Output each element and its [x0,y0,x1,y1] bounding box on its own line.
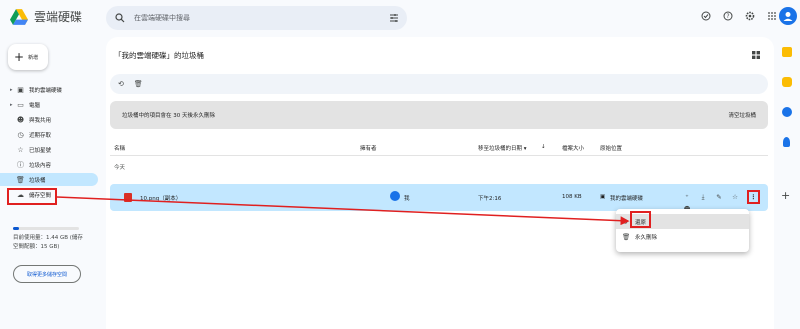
get-more-storage-button[interactable]: 取得更多儲存空間 [13,265,81,283]
column-size[interactable]: 檔案大小 [562,144,584,152]
search-box[interactable]: 在雲端硬碟中搜尋 [106,6,407,30]
sidebar-item-starred[interactable]: ☆ 已加星號 [0,143,100,156]
add-addon-icon[interactable]: + [781,189,790,202]
table-row[interactable]: 10.png（副本） 我 下午2:16 108 KB ▣ 我的雲端硬碟 ⁺☻ ⤓… [110,184,768,213]
grid-view-icon[interactable] [752,51,760,59]
drive-location-icon: ▣ [600,194,606,200]
trash-notice-banner: 垃圾桶中的項目會在 30 天後永久刪除 清空垃圾桶 [110,101,768,129]
download-icon[interactable]: ⤓ [699,191,707,203]
row-actions: ⁺☻ ⤓ ✎ ☆ ⋮ [683,190,760,213]
file-name: 10.png（副本） [140,196,182,202]
main-panel: 「我的雲端硬碟」的垃圾桶 ⟲ 🗑 垃圾桶中的項目會在 30 天後永久刪除 清空垃… [106,37,774,329]
file-size: 108 KB [562,194,582,200]
settings-icon[interactable] [744,10,756,22]
file-location: 我的雲端硬碟 [610,196,644,202]
sidebar-nav: ▸ ▣ 我的雲端硬碟 ▸ ▭ 電腦 ☻ 與我共用 ◷ 近期存取 ☆ 已加星號 ⓘ… [0,83,100,203]
apps-icon[interactable] [766,10,778,22]
offline-icon[interactable] [700,10,712,22]
empty-trash-button[interactable]: 清空垃圾桶 [728,111,756,119]
column-owner[interactable]: 擁有者 [360,144,377,152]
sidebar-item-recent[interactable]: ◷ 近期存取 [0,128,100,141]
help-icon[interactable]: ? [722,10,734,22]
search-icon[interactable] [114,12,126,24]
calendar-icon[interactable] [782,47,792,57]
new-button-label: 新增 [28,54,39,61]
star-icon[interactable]: ☆ [731,191,739,203]
sidebar-item-label: 垃圾內容 [29,162,52,169]
top-icons: ? [700,10,778,22]
storage-usage-fill [13,227,20,230]
action-toolbar: ⟲ 🗑 [110,74,768,94]
trash-notice-text: 垃圾桶中的項目會在 30 天後永久刪除 [122,113,215,119]
share-icon[interactable]: ⁺☻ [683,191,691,213]
edit-icon[interactable]: ✎ [715,191,723,203]
storage-usage-text: 目前使用量：1.44 GB (儲存空間配額：15 GB) [13,235,83,250]
trash-icon: 🗑 [16,175,25,184]
file-date-trashed: 下午2:16 [478,196,502,202]
trash-icon: 🗑 [622,232,631,241]
drive-app: 雲端硬碟 在雲端硬碟中搜尋 ? + 新增 ▸ ▣ 我的雲端硬碟 ▸ ▭ 電腦 ☻… [0,0,800,329]
section-today: 今天 [114,165,126,171]
sidebar-item-label: 已加星號 [29,147,52,154]
computer-icon: ▭ [17,100,24,109]
app-title: 雲端硬碟 [34,10,83,24]
menu-item-delete-forever[interactable]: 🗑 永久刪除 [616,229,749,244]
sidebar-item-my-drive[interactable]: ▸ ▣ 我的雲端硬碟 [0,83,100,96]
delete-forever-icon[interactable]: 🗑 [134,80,143,88]
side-panel-rail: + [774,37,800,329]
sidebar-item-shared[interactable]: ☻ 與我共用 [0,113,100,126]
menu-item-label: 永久刪除 [635,234,658,241]
sidebar-item-label: 電腦 [29,102,41,109]
sidebar-item-label: 近期存取 [29,132,52,139]
star-icon: ☆ [17,145,24,154]
shared-icon: ☻ [16,115,25,124]
sidebar-item-spam[interactable]: ⓘ 垃圾內容 [0,158,100,171]
search-options-icon[interactable] [389,13,399,23]
recent-icon: ◷ [17,130,24,139]
top-bar: 雲端硬碟 在雲端硬碟中搜尋 ? [0,0,800,36]
sidebar-item-label: 與我共用 [29,117,52,124]
sidebar-item-computers[interactable]: ▸ ▭ 電腦 [0,98,100,111]
restore-icon[interactable]: ⟲ [118,80,124,88]
account-avatar[interactable] [779,7,797,25]
sort-arrow-icon[interactable]: ↓ [541,144,546,150]
page-title: 「我的雲端硬碟」的垃圾桶 [114,51,204,60]
drive-icon: ▣ [17,85,24,94]
annotation-highlight-trash [7,188,57,205]
spam-icon: ⓘ [17,160,24,169]
image-file-icon [124,193,132,202]
plus-icon: + [14,50,25,64]
column-location[interactable]: 原始位置 [600,144,622,152]
search-input[interactable]: 在雲端硬碟中搜尋 [134,13,389,23]
keep-icon[interactable] [782,77,792,87]
drive-logo[interactable]: 雲端硬碟 [10,8,82,25]
sidebar-item-trash[interactable]: 🗑 垃圾桶 [0,173,98,186]
column-name[interactable]: 名稱 [114,144,125,152]
restore-icon: ⟲ [622,217,628,226]
contacts-icon[interactable] [783,137,790,147]
file-owner: 我 [404,196,410,202]
new-button[interactable]: + 新增 [8,44,48,70]
annotation-highlight-restore [630,211,651,228]
owner-avatar [390,191,400,201]
tasks-icon[interactable] [782,107,792,117]
sidebar-item-label: 我的雲端硬碟 [29,87,63,94]
table-header: 名稱 擁有者 移至垃圾桶的日期 ▾ ↓ 檔案大小 原始位置 [110,140,768,156]
sidebar-item-label: 垃圾桶 [29,177,46,184]
drive-logo-icon [10,8,28,25]
more-actions-icon[interactable]: ⋮ [747,190,760,204]
svg-text:?: ? [726,13,729,20]
storage-usage-bar [13,227,79,230]
column-date-trashed[interactable]: 移至垃圾桶的日期 ▾ [478,144,527,152]
